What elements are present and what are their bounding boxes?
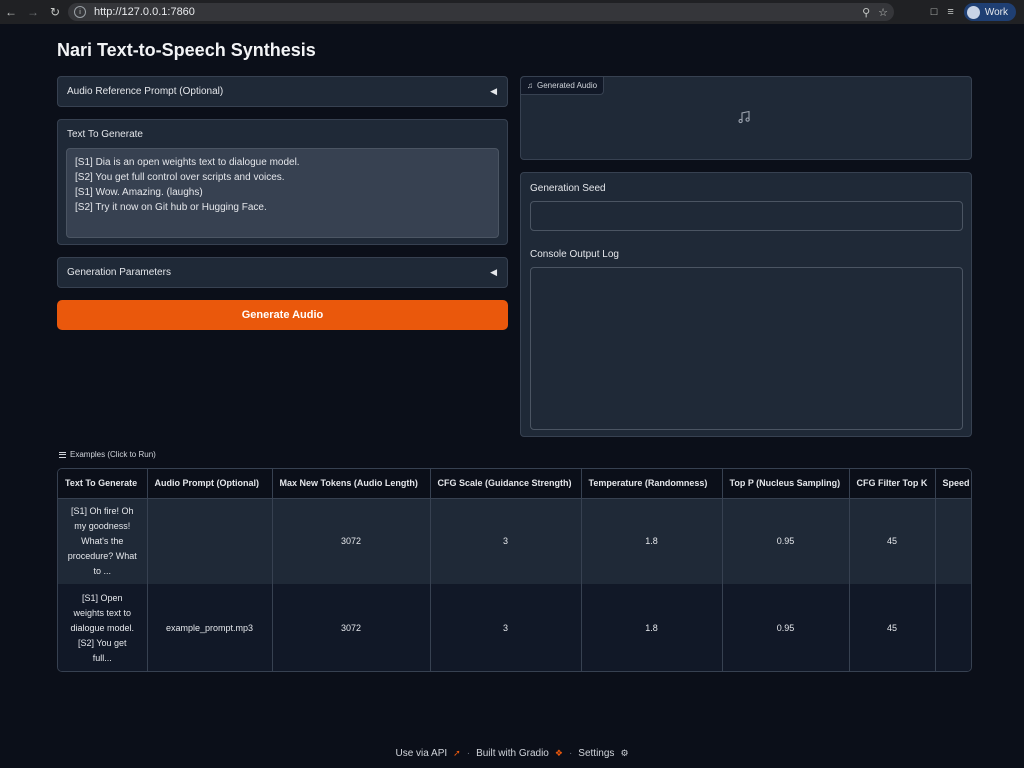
text-line: [S1] Dia is an open weights text to dial… bbox=[75, 157, 300, 168]
app-container: Nari Text-to-Speech Synthesis Audio Refe… bbox=[0, 24, 1024, 768]
table-row[interactable]: [S1] Oh fire! Oh my goodness! What's the… bbox=[58, 498, 971, 584]
cell-text-line: my goodness! bbox=[74, 520, 131, 531]
table-header-row: Text To Generate Audio Prompt (Optional)… bbox=[58, 469, 971, 499]
examples-label: Examples (Click to Run) bbox=[59, 450, 156, 459]
text-input-textarea[interactable]: [S1] Dia is an open weights text to dial… bbox=[66, 148, 499, 238]
cell-text-line: dialogue model. bbox=[70, 622, 135, 633]
cell-temperature[interactable]: 1.8 bbox=[581, 498, 723, 584]
text-input-block: Text To Generate [S1] Dia is an open wei… bbox=[57, 119, 508, 245]
examples-table: Text To Generate Audio Prompt (Optional)… bbox=[57, 468, 972, 672]
built-with-gradio-link[interactable]: Built with Gradio bbox=[476, 748, 549, 759]
cell-text-line: What's the bbox=[81, 535, 124, 546]
column-header[interactable]: Temperature (Randomness) bbox=[581, 469, 723, 499]
collapse-arrow-icon[interactable]: ◀ bbox=[490, 86, 497, 97]
audio-prompt-accordion-label: Audio Reference Prompt (Optional) bbox=[67, 86, 224, 97]
zoom-icon[interactable]: ⚲ bbox=[862, 6, 870, 19]
cell-cfg-scale[interactable]: 3 bbox=[430, 584, 582, 671]
column-header[interactable]: Text To Generate bbox=[58, 469, 148, 499]
cell-speed[interactable]: 1 bbox=[935, 498, 971, 584]
text-line: [S1] Wow. Amazing. (laughs) bbox=[75, 187, 203, 198]
back-icon[interactable]: ← bbox=[0, 0, 22, 24]
browser-toolbar: ← → ↻ i http://127.0.0.1:7860 ⚲ ☆ □ ≡ Wo… bbox=[0, 0, 1024, 24]
cell-top-k[interactable]: 45 bbox=[849, 498, 936, 584]
url-text[interactable]: http://127.0.0.1:7860 bbox=[94, 6, 195, 18]
seed-console-block: Generation Seed Console Output Log bbox=[520, 172, 972, 437]
profile-label: Work bbox=[984, 6, 1008, 18]
cell-text-line: weights text to bbox=[73, 607, 132, 618]
avatar bbox=[966, 5, 980, 19]
examples-label-text: Examples (Click to Run) bbox=[70, 450, 156, 459]
cell-text-line: [S1] Open bbox=[81, 592, 123, 603]
audio-placeholder-icon bbox=[737, 110, 751, 129]
forward-icon[interactable]: → bbox=[22, 0, 44, 24]
cell-text[interactable]: [S1] Open weights text to dialogue model… bbox=[58, 584, 148, 671]
rocket-icon: ➚ bbox=[453, 748, 461, 758]
list-icon bbox=[59, 450, 66, 459]
generation-params-accordion[interactable]: Generation Parameters ◀ bbox=[57, 257, 508, 288]
cell-text[interactable]: [S1] Oh fire! Oh my goodness! What's the… bbox=[58, 498, 148, 584]
cell-audio-prompt[interactable]: example_prompt.mp3 bbox=[147, 584, 273, 671]
console-label: Console Output Log bbox=[530, 249, 619, 260]
profile-button[interactable]: Work bbox=[963, 3, 1016, 21]
cell-text-line: [S2] You get bbox=[77, 637, 127, 648]
extensions-icon[interactable]: □ bbox=[931, 6, 938, 18]
audio-prompt-accordion[interactable]: Audio Reference Prompt (Optional) ◀ bbox=[57, 76, 508, 107]
page-title: Nari Text-to-Speech Synthesis bbox=[57, 40, 316, 60]
cell-temperature[interactable]: 1.8 bbox=[581, 584, 723, 671]
cell-audio-prompt[interactable] bbox=[147, 498, 273, 584]
generated-audio-label: Generated Audio bbox=[537, 81, 598, 90]
reload-icon[interactable]: ↻ bbox=[44, 0, 66, 24]
cell-text-line: [S1] Oh fire! Oh bbox=[70, 505, 134, 516]
seed-input[interactable] bbox=[530, 201, 963, 231]
text-line: [S2] You get full control over scripts a… bbox=[75, 172, 285, 183]
bookmark-star-icon[interactable]: ☆ bbox=[878, 6, 888, 19]
generated-audio-block: ♫ Generated Audio bbox=[520, 76, 972, 160]
table-row[interactable]: [S1] Open weights text to dialogue model… bbox=[58, 584, 971, 671]
collapse-arrow-icon[interactable]: ◀ bbox=[490, 267, 497, 278]
column-header[interactable]: Top P (Nucleus Sampling) bbox=[722, 469, 850, 499]
cell-text-line: procedure? What bbox=[67, 550, 137, 561]
cell-top-k[interactable]: 45 bbox=[849, 584, 936, 671]
text-line: [S2] Try it now on Git hub or Hugging Fa… bbox=[75, 202, 267, 213]
address-bar[interactable]: i http://127.0.0.1:7860 ⚲ ☆ bbox=[68, 3, 894, 21]
cell-speed[interactable]: 1 bbox=[935, 584, 971, 671]
site-info-icon[interactable]: i bbox=[74, 6, 86, 18]
footer: Use via API ➚ · Built with Gradio ❖ · Se… bbox=[0, 748, 1024, 759]
gradio-logo-icon: ❖ bbox=[554, 748, 563, 758]
footer-separator: · bbox=[568, 748, 573, 759]
generate-audio-button[interactable]: Generate Audio bbox=[57, 300, 508, 330]
cell-text-line: full... bbox=[92, 652, 112, 663]
use-api-link[interactable]: Use via API bbox=[395, 748, 447, 759]
reading-list-icon[interactable]: ≡ bbox=[947, 6, 953, 18]
seed-label: Generation Seed bbox=[530, 183, 606, 194]
cell-max-tokens[interactable]: 3072 bbox=[272, 498, 431, 584]
cell-max-tokens[interactable]: 3072 bbox=[272, 584, 431, 671]
column-header[interactable]: Speed Factor bbox=[935, 469, 971, 499]
column-header[interactable]: CFG Filter Top K bbox=[849, 469, 936, 499]
music-note-icon: ♫ bbox=[527, 81, 533, 90]
cell-text-line: to ... bbox=[93, 565, 111, 576]
column-header[interactable]: CFG Scale (Guidance Strength) bbox=[430, 469, 582, 499]
cell-top-p[interactable]: 0.95 bbox=[722, 498, 850, 584]
column-header[interactable]: Max New Tokens (Audio Length) bbox=[272, 469, 431, 499]
column-header[interactable]: Audio Prompt (Optional) bbox=[147, 469, 273, 499]
generation-params-label: Generation Parameters bbox=[67, 267, 171, 278]
gear-icon[interactable]: ⚙ bbox=[620, 748, 628, 759]
cell-top-p[interactable]: 0.95 bbox=[722, 584, 850, 671]
console-output-textarea[interactable] bbox=[530, 267, 963, 430]
cell-cfg-scale[interactable]: 3 bbox=[430, 498, 582, 584]
text-input-label: Text To Generate bbox=[67, 129, 143, 140]
generated-audio-tab: ♫ Generated Audio bbox=[521, 77, 605, 95]
settings-link[interactable]: Settings bbox=[578, 748, 614, 759]
footer-separator: · bbox=[466, 748, 471, 759]
